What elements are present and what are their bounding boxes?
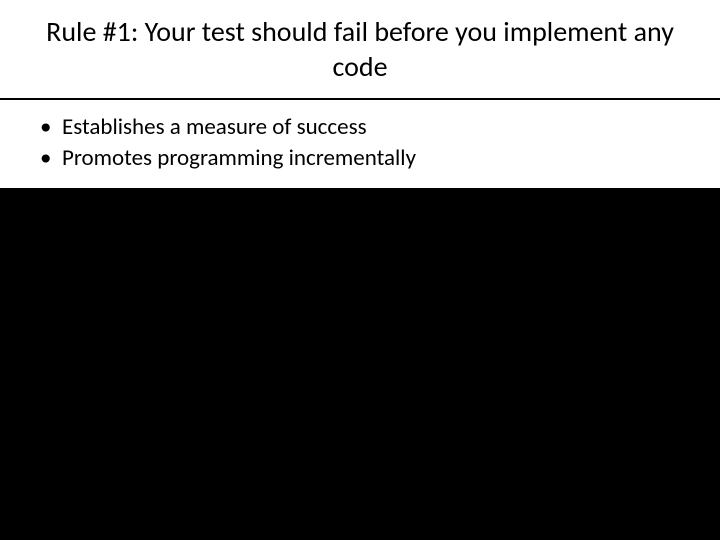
list-item: Establishes a measure of success	[40, 112, 690, 143]
bullet-list: Establishes a measure of success Promote…	[40, 112, 690, 174]
slide: Rule #1: Your test should fail before yo…	[0, 0, 720, 540]
list-item: Promotes programming incrementally	[40, 143, 690, 174]
slide-title: Rule #1: Your test should fail before yo…	[30, 14, 690, 84]
title-area: Rule #1: Your test should fail before yo…	[0, 0, 720, 98]
content-area: Establishes a measure of success Promote…	[0, 100, 720, 188]
